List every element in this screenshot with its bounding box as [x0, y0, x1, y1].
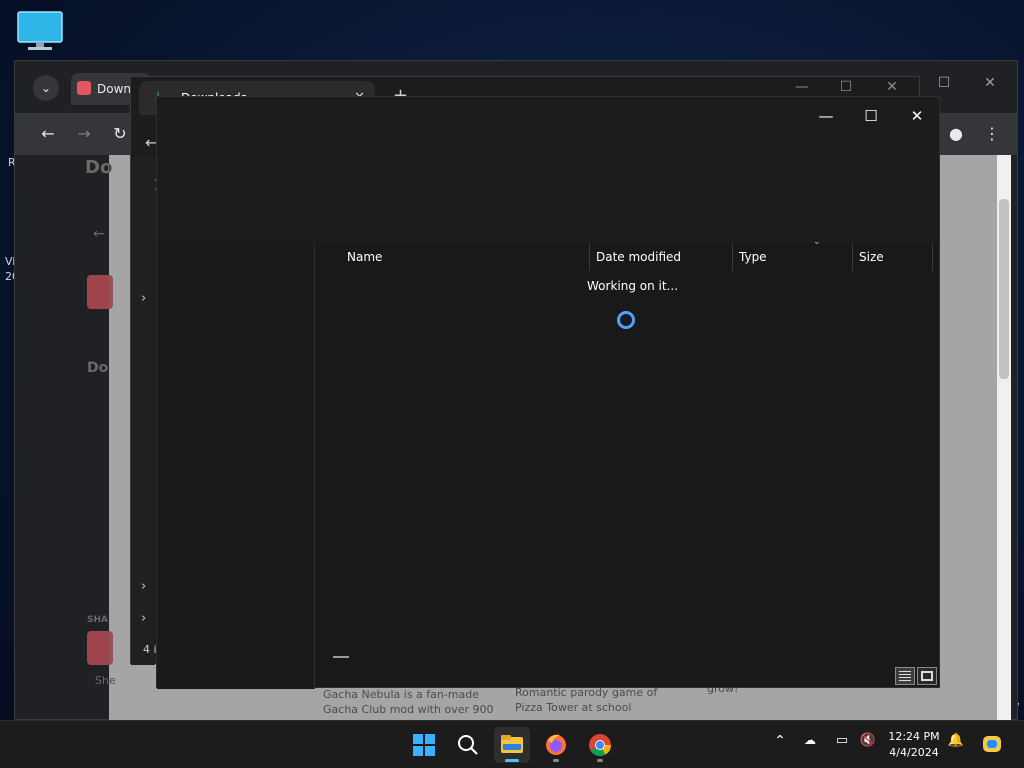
back-arrow-fragment-icon: ← — [93, 226, 105, 242]
column-header-size[interactable]: Size — [853, 243, 933, 271]
item-count-status: 4 i — [143, 643, 157, 656]
large-icons-view-icon — [921, 671, 933, 681]
folder-icon — [501, 735, 523, 753]
large-icons-view-button[interactable] — [917, 667, 937, 685]
details-view-icon — [899, 671, 911, 681]
close-icon[interactable]: ✕ — [877, 79, 907, 95]
chrome-icon — [589, 734, 611, 756]
running-app-indicator — [553, 759, 559, 762]
loading-spinner-icon — [617, 311, 635, 329]
taskbar: ⌃ ☁ ▭ 🔇 12:24 PM 4/4/2024 🔔 — [0, 720, 1024, 768]
column-header-date-modified[interactable]: Date modified — [589, 243, 733, 271]
notification-bell-icon[interactable]: 🔔 — [944, 733, 968, 748]
copilot-icon[interactable] — [980, 733, 1004, 759]
taskbar-firefox[interactable] — [538, 727, 574, 763]
system-clock[interactable]: 12:24 PM 4/4/2024 — [884, 729, 944, 761]
page-scrollbar[interactable] — [997, 155, 1011, 721]
maximize-icon[interactable]: ☐ — [856, 103, 886, 129]
close-icon[interactable]: ✕ — [977, 75, 1003, 91]
chevron-right-icon[interactable]: › — [141, 291, 146, 306]
navigation-pane[interactable] — [157, 243, 315, 689]
taskbar-file-explorer[interactable] — [494, 727, 530, 763]
details-view-button[interactable] — [895, 667, 915, 685]
close-icon[interactable]: ✕ — [902, 103, 932, 129]
chevron-right-icon[interactable]: › — [141, 611, 146, 626]
network-icon[interactable]: ▭ — [830, 733, 854, 748]
search-icon — [458, 735, 478, 755]
site-favicon-icon — [77, 81, 91, 95]
navigation-pane-background: › › › — [131, 157, 155, 665]
loading-status-text: Working on it... — [587, 279, 679, 293]
minimize-icon[interactable]: — — [811, 103, 841, 129]
maximize-icon[interactable]: ☐ — [931, 75, 957, 91]
share-label-fragment: SHA — [87, 615, 108, 625]
volume-muted-icon[interactable]: 🔇 — [856, 733, 880, 748]
chrome-tab-title: Downl — [97, 82, 135, 96]
this-pc-icon[interactable] — [14, 8, 66, 54]
back-arrow-icon[interactable]: ← — [35, 121, 61, 147]
firefox-icon — [546, 734, 566, 755]
horizontal-scrollbar[interactable] — [333, 656, 349, 658]
profile-icon[interactable]: ● — [943, 121, 969, 147]
column-header-type[interactable]: Type — [733, 243, 853, 271]
menu-kebab-icon[interactable]: ⋮ — [979, 121, 1005, 147]
section-heading-fragment: Do — [87, 360, 109, 376]
windows-logo-icon — [413, 734, 435, 756]
search-button[interactable] — [450, 727, 486, 763]
taskbar-chrome[interactable] — [582, 727, 618, 763]
show-hidden-icons-chevron-up-icon[interactable]: ⌃ — [768, 733, 792, 749]
clock-time: 12:24 PM — [888, 730, 940, 743]
chevron-right-icon[interactable]: › — [141, 579, 146, 594]
maximize-icon[interactable]: ☐ — [831, 79, 861, 95]
clock-date: 4/4/2024 — [889, 746, 939, 759]
scrollbar-thumb[interactable] — [999, 199, 1009, 379]
minimize-icon[interactable]: — — [787, 79, 817, 95]
running-app-indicator — [597, 759, 603, 762]
column-header-name[interactable]: Name — [341, 243, 593, 271]
onedrive-cloud-icon[interactable]: ☁ — [798, 733, 822, 747]
tab-search-dropdown-button[interactable]: ⌄ — [33, 75, 59, 101]
forward-arrow-icon[interactable]: → — [71, 121, 97, 147]
explorer-header-area: — ☐ ✕ — [157, 97, 939, 243]
active-app-indicator — [505, 759, 519, 762]
start-button[interactable] — [406, 727, 442, 763]
column-headers: ⌄ Name Date modified Type Size — [315, 237, 941, 271]
file-explorer-window: — ☐ ✕ ⌄ Name Date modified Type Size Wor… — [156, 96, 941, 689]
copilot-logo-icon — [983, 736, 1001, 752]
